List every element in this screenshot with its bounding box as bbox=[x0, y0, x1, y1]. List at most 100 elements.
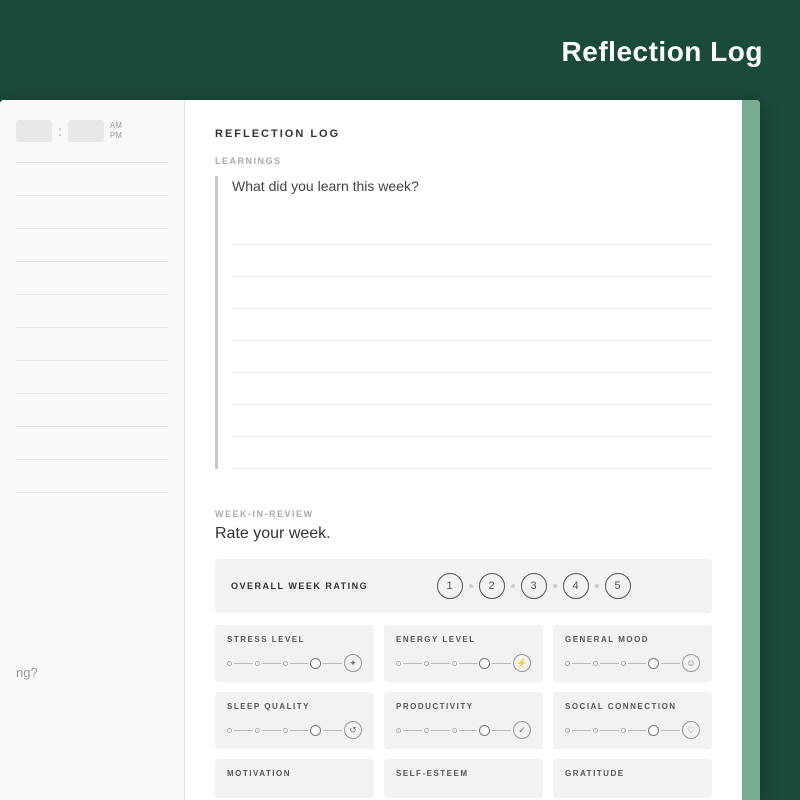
rating-4[interactable]: 4 bbox=[563, 573, 589, 599]
category-general-mood: GENERAL MOOD ☺ bbox=[553, 625, 712, 682]
slider-line-4 bbox=[492, 663, 511, 664]
slider-line-3 bbox=[290, 663, 309, 664]
stress-slider[interactable]: ✦ bbox=[227, 654, 362, 672]
slider-dot-sm bbox=[565, 661, 570, 666]
category-grid: STRESS LEVEL ✦ ENERGY LE bbox=[215, 625, 712, 798]
category-productivity: PRODUCTIVITY ✓ bbox=[384, 692, 543, 749]
energy-slider[interactable]: ⚡ bbox=[396, 654, 531, 672]
left-line-8 bbox=[16, 393, 168, 394]
slider-dot-sm bbox=[396, 728, 401, 733]
slider-line-2 bbox=[600, 663, 619, 664]
left-question-text: ng? bbox=[16, 665, 38, 680]
rating-2[interactable]: 2 bbox=[479, 573, 505, 599]
slider-line-3 bbox=[628, 663, 647, 664]
rating-1[interactable]: 1 bbox=[437, 573, 463, 599]
reflection-log-title: REFLECTION LOG bbox=[215, 128, 712, 140]
slider-dot-sm bbox=[396, 661, 401, 666]
category-social-connection: SOCIAL CONNECTION ♡ bbox=[553, 692, 712, 749]
rate-week-text: Rate your week. bbox=[215, 525, 712, 543]
slider-line-4 bbox=[661, 730, 680, 731]
slider-dot-sm-2 bbox=[593, 661, 598, 666]
social-icon: ♡ bbox=[682, 721, 700, 739]
slider-line bbox=[234, 730, 253, 731]
sleep-slider[interactable]: ↺ bbox=[227, 721, 362, 739]
slider-dot-sm-3 bbox=[621, 728, 626, 733]
time-hour bbox=[16, 120, 52, 142]
productivity-label: PRODUCTIVITY bbox=[396, 702, 531, 711]
week-review-section: WEEK-IN-REVIEW Rate your week. OVERALL W… bbox=[215, 493, 712, 798]
mood-slider[interactable]: ☺ bbox=[565, 654, 700, 672]
slider-line-2 bbox=[262, 730, 281, 731]
slider-dot-sm-2 bbox=[255, 661, 260, 666]
slider-dot-lg bbox=[310, 658, 321, 669]
green-edge bbox=[742, 100, 760, 800]
productivity-slider[interactable]: ✓ bbox=[396, 721, 531, 739]
learnings-area: What did you learn this week? bbox=[215, 176, 712, 469]
mood-icon: ☺ bbox=[682, 654, 700, 672]
self-esteem-label: SELF-ESTEEM bbox=[396, 769, 531, 778]
social-slider[interactable]: ♡ bbox=[565, 721, 700, 739]
time-colon: : bbox=[58, 123, 62, 139]
energy-icon: ⚡ bbox=[513, 654, 531, 672]
page-title: Reflection Log bbox=[562, 36, 763, 68]
slider-dot-sm-3 bbox=[283, 728, 288, 733]
slider-line bbox=[572, 730, 591, 731]
overall-rating-label: OVERALL WEEK RATING bbox=[231, 581, 371, 591]
time-minute bbox=[68, 120, 104, 142]
left-panel: : AM PM ng? bbox=[0, 100, 185, 800]
slider-dot-lg bbox=[310, 725, 321, 736]
slider-line-2 bbox=[431, 663, 450, 664]
rating-3[interactable]: 3 bbox=[521, 573, 547, 599]
slider-dot-sm-2 bbox=[255, 728, 260, 733]
slider-line-3 bbox=[628, 730, 647, 731]
left-line-5 bbox=[16, 294, 168, 295]
slider-line bbox=[403, 730, 422, 731]
time-display: : AM PM bbox=[16, 120, 168, 142]
main-container: : AM PM ng? REFLECTION LOG LEARNINGS bbox=[0, 100, 760, 800]
social-connection-label: SOCIAL CONNECTION bbox=[565, 702, 700, 711]
left-line-4 bbox=[16, 261, 168, 262]
slider-dot-sm-3 bbox=[452, 661, 457, 666]
slider-line-2 bbox=[262, 663, 281, 664]
slider-dot-sm-2 bbox=[593, 728, 598, 733]
slider-line-3 bbox=[459, 730, 478, 731]
motivation-label: MOTIVATION bbox=[227, 769, 362, 778]
slider-dot-sm-3 bbox=[452, 728, 457, 733]
left-line-9 bbox=[16, 426, 168, 427]
slider-dot-lg bbox=[648, 725, 659, 736]
slider-line-3 bbox=[290, 730, 309, 731]
slider-line-4 bbox=[323, 730, 342, 731]
slider-line-3 bbox=[459, 663, 478, 664]
ruled-line-7 bbox=[232, 405, 712, 437]
stress-icon: ✦ bbox=[344, 654, 362, 672]
slider-dot-sm bbox=[227, 661, 232, 666]
slider-dot-sm bbox=[565, 728, 570, 733]
ampm-indicator: AM PM bbox=[110, 121, 122, 142]
general-mood-label: GENERAL MOOD bbox=[565, 635, 700, 644]
slider-dot-sm-2 bbox=[424, 728, 429, 733]
right-panel: REFLECTION LOG LEARNINGS What did you le… bbox=[185, 100, 742, 800]
energy-level-label: ENERGY LEVEL bbox=[396, 635, 531, 644]
stress-level-label: STRESS LEVEL bbox=[227, 635, 362, 644]
slider-dot-lg bbox=[479, 725, 490, 736]
dot-2 bbox=[511, 584, 515, 588]
dot-3 bbox=[553, 584, 557, 588]
learnings-prompt: What did you learn this week? bbox=[232, 176, 712, 197]
slider-line-2 bbox=[431, 730, 450, 731]
sleep-quality-label: SLEEP QUALITY bbox=[227, 702, 362, 711]
slider-dot-sm-3 bbox=[621, 661, 626, 666]
slider-line bbox=[403, 663, 422, 664]
category-energy-level: ENERGY LEVEL ⚡ bbox=[384, 625, 543, 682]
slider-line-2 bbox=[600, 730, 619, 731]
category-stress-level: STRESS LEVEL ✦ bbox=[215, 625, 374, 682]
slider-dot-sm bbox=[227, 728, 232, 733]
slider-line-4 bbox=[492, 730, 511, 731]
slider-dot-sm-2 bbox=[424, 661, 429, 666]
ruled-line-3 bbox=[232, 277, 712, 309]
left-line-11 bbox=[16, 492, 168, 493]
left-ruled-lines bbox=[16, 162, 168, 493]
ruled-line-5 bbox=[232, 341, 712, 373]
left-line-7 bbox=[16, 360, 168, 361]
rating-numbers: 1 2 3 4 5 bbox=[371, 573, 696, 599]
rating-5[interactable]: 5 bbox=[605, 573, 631, 599]
